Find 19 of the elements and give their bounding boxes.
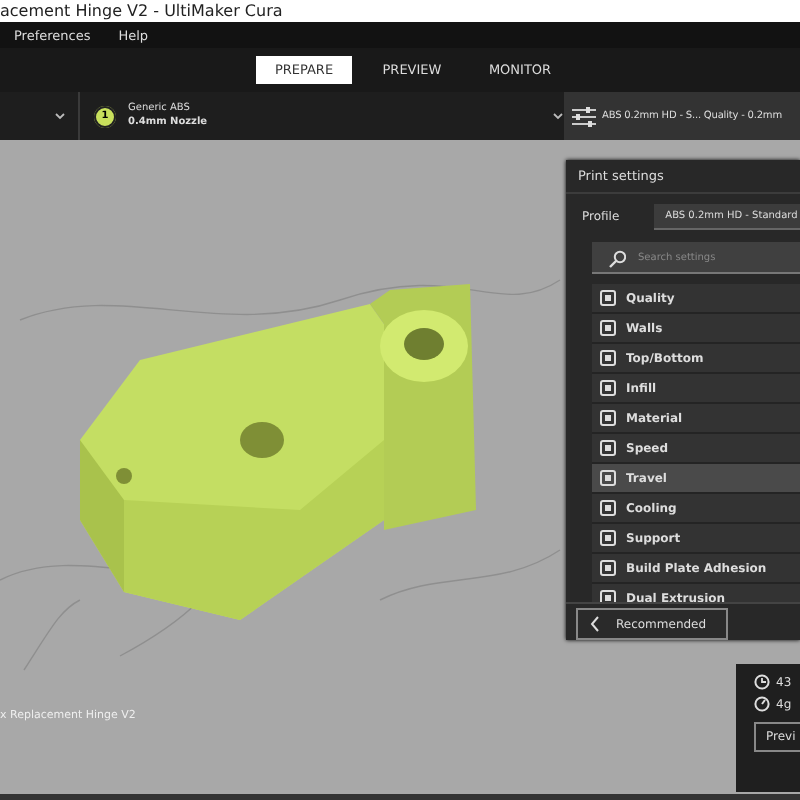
square-icon (600, 500, 616, 516)
sliders-icon[interactable] (572, 105, 596, 127)
square-icon (600, 470, 616, 486)
square-icon (600, 440, 616, 456)
square-icon (600, 410, 616, 426)
search-icon (608, 250, 626, 268)
clock-icon (754, 674, 770, 690)
square-icon (600, 530, 616, 546)
square-icon (600, 590, 616, 602)
square-icon (600, 380, 616, 396)
chevron-down-icon[interactable] (54, 112, 66, 120)
square-icon (600, 560, 616, 576)
square-icon (600, 350, 616, 366)
chevron-down-icon[interactable] (552, 112, 564, 120)
square-icon (600, 290, 616, 306)
window-title: acement Hinge V2 - UltiMaker Cura (0, 2, 283, 20)
gauge-icon (754, 696, 770, 712)
square-icon (600, 320, 616, 336)
chevron-left-icon (590, 616, 600, 632)
